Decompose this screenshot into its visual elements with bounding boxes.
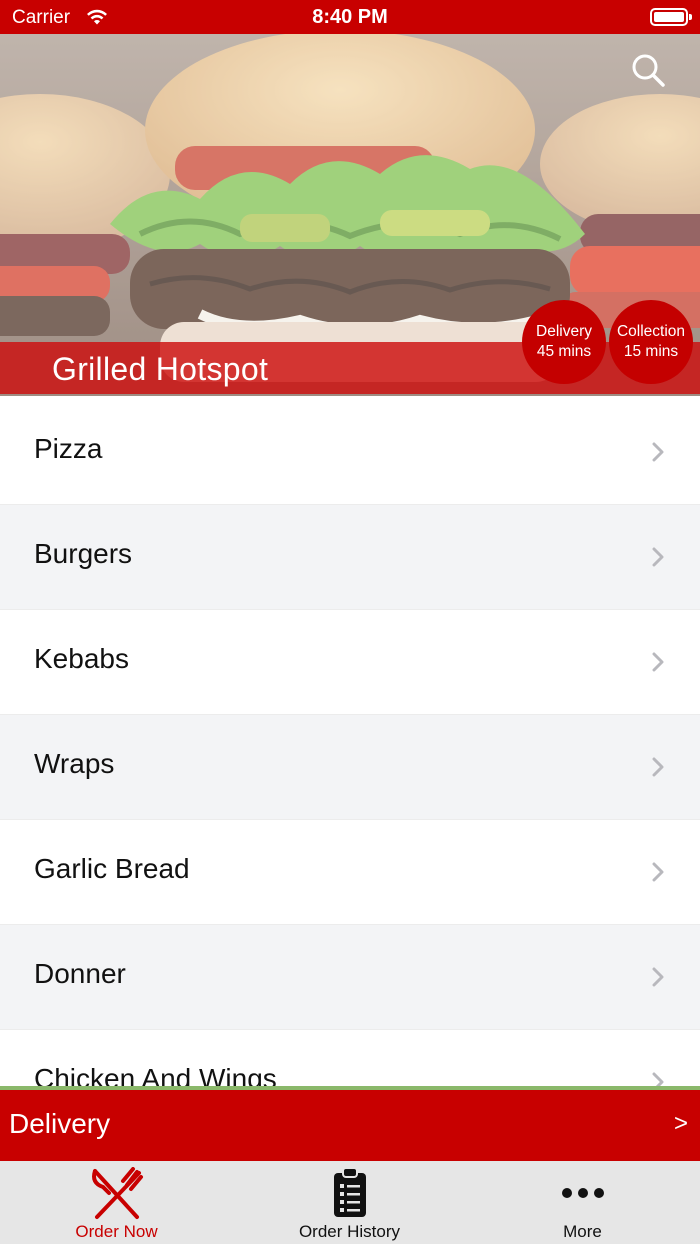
chevron-right-icon (652, 967, 664, 987)
chevron-right-icon (652, 547, 664, 567)
category-label: Pizza (34, 433, 103, 464)
delivery-time-badge: Delivery 45 mins (522, 300, 606, 384)
category-label: Chicken And Wings (34, 1063, 277, 1088)
collection-time-badge: Collection 15 mins (609, 300, 693, 384)
battery-icon (650, 8, 692, 26)
collection-badge-time: 15 mins (623, 343, 679, 360)
restaurant-name: Grilled Hotspot (52, 351, 269, 387)
tab-bar: Order Now Order History More (0, 1161, 700, 1244)
delivery-badge-label: Delivery (536, 323, 592, 340)
category-item-wraps[interactable]: Wraps (0, 715, 700, 820)
tab-order-history[interactable]: Order History (233, 1161, 466, 1244)
delivery-badge-time: 45 mins (536, 343, 592, 360)
search-icon[interactable] (630, 52, 666, 88)
category-item-pizza[interactable]: Pizza (0, 400, 700, 505)
status-bar: Carrier 8:40 PM (0, 0, 700, 34)
chevron-right-icon (652, 862, 664, 882)
category-item-chicken-and-wings[interactable]: Chicken And Wings (0, 1030, 700, 1088)
category-label: Burgers (34, 538, 133, 569)
category-item-kebabs[interactable]: Kebabs (0, 610, 700, 715)
hero-banner: Grilled Hotspot Delivery 45 mins Collect… (0, 34, 700, 396)
collection-badge-label: Collection (616, 323, 686, 340)
chevron-right-icon (652, 652, 664, 672)
tab-more[interactable]: More (466, 1161, 699, 1244)
category-label: Garlic Bread (34, 853, 190, 884)
tab-order-now[interactable]: Order Now (0, 1161, 233, 1244)
category-label: Donner (34, 958, 126, 989)
category-item-burgers[interactable]: Burgers (0, 505, 700, 610)
tab-label: More (563, 1222, 602, 1241)
fork-knife-icon (91, 1167, 143, 1219)
chevron-right-icon (652, 442, 664, 462)
chevron-right-icon (652, 757, 664, 777)
clipboard-icon (333, 1167, 366, 1217)
tab-label: Order Now (75, 1222, 158, 1241)
category-label: Wraps (34, 748, 115, 779)
delivery-arrow: > (673, 1110, 688, 1137)
more-dots-icon (561, 1188, 604, 1198)
category-item-donner[interactable]: Donner (0, 925, 700, 1030)
category-item-garlic-bread[interactable]: Garlic Bread (0, 820, 700, 925)
delivery-mode-bar[interactable]: Delivery > (0, 1090, 700, 1161)
category-list: Pizza Burgers Kebabs Wraps Garlic Bread … (0, 400, 700, 1088)
delivery-mode-label: Delivery (9, 1108, 111, 1139)
clock-time: 8:40 PM (312, 6, 388, 28)
tab-label: Order History (298, 1222, 401, 1241)
category-label: Kebabs (34, 643, 129, 674)
